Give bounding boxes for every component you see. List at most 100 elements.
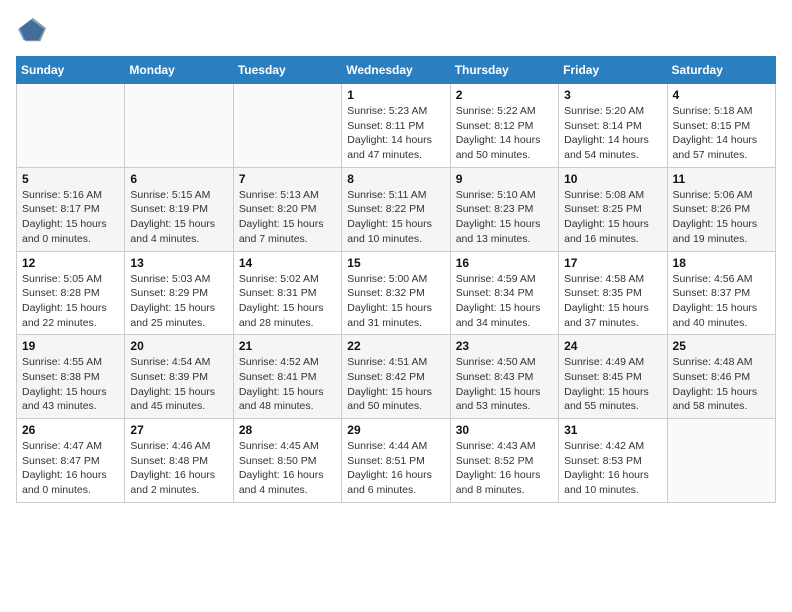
calendar-table: SundayMondayTuesdayWednesdayThursdayFrid… [16, 56, 776, 503]
calendar-cell: 27 Sunrise: 4:46 AM Sunset: 8:48 PM Dayli… [125, 419, 233, 503]
calendar-cell: 19 Sunrise: 4:55 AM Sunset: 8:38 PM Dayli… [17, 335, 125, 419]
calendar-cell: 20 Sunrise: 4:54 AM Sunset: 8:39 PM Dayli… [125, 335, 233, 419]
day-number: 30 [456, 423, 553, 437]
calendar-cell: 21 Sunrise: 4:52 AM Sunset: 8:41 PM Dayli… [233, 335, 341, 419]
day-info: Sunrise: 5:11 AM Sunset: 8:22 PM Dayligh… [347, 188, 444, 247]
page-header [16, 16, 776, 44]
calendar-cell: 26Sunrise: 4:47 AM Sunset: 8:47 PM Dayli… [17, 419, 125, 503]
calendar-cell: 12 Sunrise: 5:05 AM Sunset: 8:28 PM Dayli… [17, 251, 125, 335]
weekday-header-sunday: Sunday [17, 57, 125, 84]
calendar-cell: 2 Sunrise: 5:22 AM Sunset: 8:12 PM Daylig… [450, 84, 558, 168]
calendar-cell: 4 Sunrise: 5:18 AM Sunset: 8:15 PM Daylig… [667, 84, 775, 168]
day-info: Sunrise: 5:13 AM Sunset: 8:20 PM Dayligh… [239, 188, 336, 247]
calendar-cell: 9Sunrise: 5:10 AM Sunset: 8:23 PM Daylig… [450, 167, 558, 251]
calendar-cell: 10 Sunrise: 5:08 AM Sunset: 8:25 PM Dayli… [559, 167, 667, 251]
day-number: 6 [130, 172, 227, 186]
day-info: Sunrise: 5:22 AM Sunset: 8:12 PM Dayligh… [456, 104, 553, 163]
day-info: Sunrise: 4:52 AM Sunset: 8:41 PM Dayligh… [239, 355, 336, 414]
day-number: 27 [130, 423, 227, 437]
day-number: 10 [564, 172, 661, 186]
day-number: 25 [673, 339, 770, 353]
day-info: Sunrise: 4:44 AM Sunset: 8:51 PM Dayligh… [347, 439, 444, 498]
calendar-cell [233, 84, 341, 168]
day-number: 12 [22, 256, 119, 270]
day-number: 17 [564, 256, 661, 270]
weekday-header-friday: Friday [559, 57, 667, 84]
day-info: Sunrise: 5:16 AM Sunset: 8:17 PM Dayligh… [22, 188, 119, 247]
calendar-cell: 28 Sunrise: 4:45 AM Sunset: 8:50 PM Dayli… [233, 419, 341, 503]
day-info: Sunrise: 4:58 AM Sunset: 8:35 PM Dayligh… [564, 272, 661, 331]
calendar-cell: 7 Sunrise: 5:13 AM Sunset: 8:20 PM Daylig… [233, 167, 341, 251]
calendar-cell: 31 Sunrise: 4:42 AM Sunset: 8:53 PM Dayli… [559, 419, 667, 503]
calendar-cell: 24 Sunrise: 4:49 AM Sunset: 8:45 PM Dayli… [559, 335, 667, 419]
day-info: Sunrise: 5:15 AM Sunset: 8:19 PM Dayligh… [130, 188, 227, 247]
day-info: Sunrise: 5:18 AM Sunset: 8:15 PM Dayligh… [673, 104, 770, 163]
day-number: 3 [564, 88, 661, 102]
calendar-cell: 13 Sunrise: 5:03 AM Sunset: 8:29 PM Dayli… [125, 251, 233, 335]
day-info: Sunrise: 4:46 AM Sunset: 8:48 PM Dayligh… [130, 439, 227, 498]
calendar-cell: 17 Sunrise: 4:58 AM Sunset: 8:35 PM Dayli… [559, 251, 667, 335]
logo [16, 16, 46, 44]
day-number: 22 [347, 339, 444, 353]
day-info: Sunrise: 4:50 AM Sunset: 8:43 PM Dayligh… [456, 355, 553, 414]
weekday-header-wednesday: Wednesday [342, 57, 450, 84]
day-number: 14 [239, 256, 336, 270]
day-number: 7 [239, 172, 336, 186]
day-info: Sunrise: 5:05 AM Sunset: 8:28 PM Dayligh… [22, 272, 119, 331]
day-info: Sunrise: 4:48 AM Sunset: 8:46 PM Dayligh… [673, 355, 770, 414]
day-number: 5 [22, 172, 119, 186]
calendar-cell: 25 Sunrise: 4:48 AM Sunset: 8:46 PM Dayli… [667, 335, 775, 419]
calendar-cell: 1Sunrise: 5:23 AM Sunset: 8:11 PM Daylig… [342, 84, 450, 168]
day-info: Sunrise: 5:08 AM Sunset: 8:25 PM Dayligh… [564, 188, 661, 247]
day-number: 31 [564, 423, 661, 437]
calendar-week-5: 26Sunrise: 4:47 AM Sunset: 8:47 PM Dayli… [17, 419, 776, 503]
calendar-week-3: 12 Sunrise: 5:05 AM Sunset: 8:28 PM Dayli… [17, 251, 776, 335]
calendar-cell: 23 Sunrise: 4:50 AM Sunset: 8:43 PM Dayli… [450, 335, 558, 419]
calendar-cell: 18 Sunrise: 4:56 AM Sunset: 8:37 PM Dayli… [667, 251, 775, 335]
calendar-cell: 6 Sunrise: 5:15 AM Sunset: 8:19 PM Daylig… [125, 167, 233, 251]
day-info: Sunrise: 4:49 AM Sunset: 8:45 PM Dayligh… [564, 355, 661, 414]
day-info: Sunrise: 5:00 AM Sunset: 8:32 PM Dayligh… [347, 272, 444, 331]
day-info: Sunrise: 5:03 AM Sunset: 8:29 PM Dayligh… [130, 272, 227, 331]
day-info: Sunrise: 5:06 AM Sunset: 8:26 PM Dayligh… [673, 188, 770, 247]
day-number: 21 [239, 339, 336, 353]
day-number: 23 [456, 339, 553, 353]
day-info: Sunrise: 4:55 AM Sunset: 8:38 PM Dayligh… [22, 355, 119, 414]
day-info: Sunrise: 4:42 AM Sunset: 8:53 PM Dayligh… [564, 439, 661, 498]
day-number: 13 [130, 256, 227, 270]
day-number: 15 [347, 256, 444, 270]
day-info: Sunrise: 5:20 AM Sunset: 8:14 PM Dayligh… [564, 104, 661, 163]
day-number: 1 [347, 88, 444, 102]
day-number: 11 [673, 172, 770, 186]
day-info: Sunrise: 4:45 AM Sunset: 8:50 PM Dayligh… [239, 439, 336, 498]
calendar-cell: 15 Sunrise: 5:00 AM Sunset: 8:32 PM Dayli… [342, 251, 450, 335]
day-number: 19 [22, 339, 119, 353]
weekday-header-tuesday: Tuesday [233, 57, 341, 84]
calendar-cell: 11 Sunrise: 5:06 AM Sunset: 8:26 PM Dayli… [667, 167, 775, 251]
day-number: 4 [673, 88, 770, 102]
logo-icon [18, 16, 46, 44]
day-info: Sunrise: 4:43 AM Sunset: 8:52 PM Dayligh… [456, 439, 553, 498]
day-info: Sunrise: 4:54 AM Sunset: 8:39 PM Dayligh… [130, 355, 227, 414]
calendar-cell: 8Sunrise: 5:11 AM Sunset: 8:22 PM Daylig… [342, 167, 450, 251]
day-number: 29 [347, 423, 444, 437]
day-number: 2 [456, 88, 553, 102]
calendar-cell: 3 Sunrise: 5:20 AM Sunset: 8:14 PM Daylig… [559, 84, 667, 168]
weekday-header-monday: Monday [125, 57, 233, 84]
day-number: 24 [564, 339, 661, 353]
calendar-cell [667, 419, 775, 503]
day-number: 28 [239, 423, 336, 437]
day-info: Sunrise: 4:59 AM Sunset: 8:34 PM Dayligh… [456, 272, 553, 331]
day-info: Sunrise: 4:56 AM Sunset: 8:37 PM Dayligh… [673, 272, 770, 331]
calendar-cell: 30 Sunrise: 4:43 AM Sunset: 8:52 PM Dayli… [450, 419, 558, 503]
calendar-cell: 14Sunrise: 5:02 AM Sunset: 8:31 PM Dayli… [233, 251, 341, 335]
calendar-cell: 5 Sunrise: 5:16 AM Sunset: 8:17 PM Daylig… [17, 167, 125, 251]
day-number: 9 [456, 172, 553, 186]
weekday-header-thursday: Thursday [450, 57, 558, 84]
calendar-cell: 22Sunrise: 4:51 AM Sunset: 8:42 PM Dayli… [342, 335, 450, 419]
day-number: 18 [673, 256, 770, 270]
calendar-week-1: 1Sunrise: 5:23 AM Sunset: 8:11 PM Daylig… [17, 84, 776, 168]
day-number: 20 [130, 339, 227, 353]
calendar-cell [125, 84, 233, 168]
day-info: Sunrise: 4:47 AM Sunset: 8:47 PM Dayligh… [22, 439, 119, 498]
